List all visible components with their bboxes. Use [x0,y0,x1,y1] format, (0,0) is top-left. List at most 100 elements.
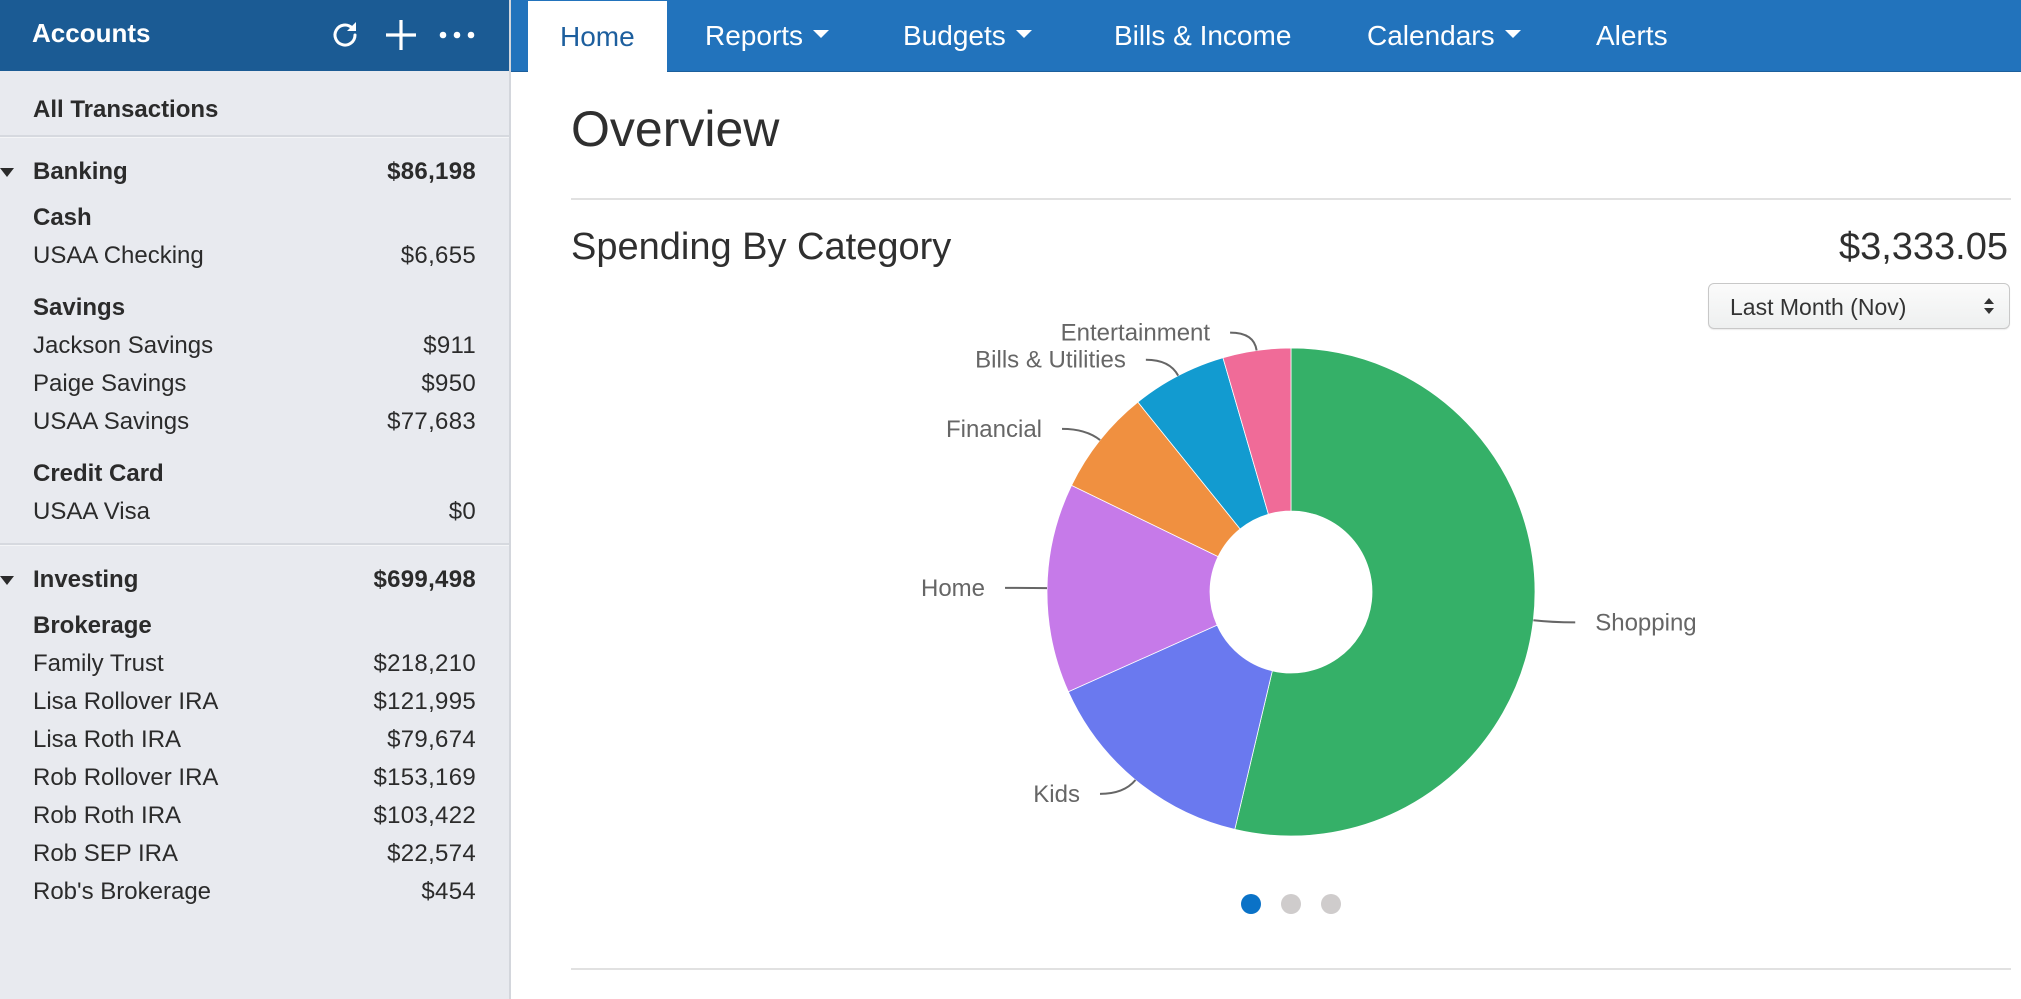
account-section-heading: Credit Card [0,455,509,491]
nav-tab-label: Calendars [1367,19,1495,51]
account-item[interactable]: Paige Savings $950 [0,365,509,401]
nav-tab-label: Alerts [1596,19,1668,51]
sidebar-title: Accounts [32,18,151,48]
sidebar-header: Accounts [0,0,509,71]
slice-label: Home [921,575,985,602]
nav-tab-label: Home [560,20,635,52]
account-group-label: Banking [33,158,128,185]
select-updown-icon [1984,298,1994,314]
period-select-value: Last Month (Nov) [1730,294,1907,320]
account-group-amount: $86,198 [387,158,476,185]
account-item-amount: $6,655 [400,242,476,269]
leader-line [1062,427,1101,441]
top-nav: Home Reports Budgets Bills & Income Calendar… [511,0,2021,72]
account-item[interactable]: Jackson Savings $911 [0,327,509,363]
account-section-heading-label: Savings [33,294,126,321]
nav-tab-label: Reports [705,19,804,51]
slice-label: Bills & Utilities [975,347,1126,374]
account-section-heading: Cash [0,199,509,235]
title-divider [571,198,2011,200]
account-item[interactable]: Lisa Rollover IRA $121,995 [0,683,509,719]
account-item-amount: $0 [448,498,476,525]
slice-label: Financial [946,416,1042,443]
slice-label: Entertainment [1061,320,1211,347]
account-item-amount: $103,422 [373,802,476,829]
account-section-heading-label: Brokerage [33,612,152,639]
nav-tab-label: Budgets [903,19,1006,51]
account-item-label: USAA Savings [33,408,190,435]
account-item-amount: $454 [421,878,476,905]
spending-total: $3,333.05 [1838,226,2008,268]
carousel-dot[interactable] [1281,894,1301,914]
account-item-label: Jackson Savings [33,332,214,359]
leader-line [1230,331,1258,351]
page-title: Overview [571,101,780,157]
account-section-heading-label: Credit Card [33,460,164,487]
sidebar-divider [0,543,509,546]
account-item-amount: $121,995 [373,688,476,715]
account-item[interactable]: USAA Checking $6,655 [0,237,509,273]
caret-down-icon [813,29,830,38]
account-item-amount: $218,210 [373,650,476,677]
account-item-label: Rob's Brokerage [33,878,212,905]
account-item-amount: $950 [421,370,476,397]
account-item-amount: $22,574 [387,840,476,867]
caret-down-icon [1015,29,1032,38]
account-item-label: Paige Savings [33,370,187,397]
account-section-heading-label: Cash [33,204,92,231]
account-group[interactable]: Investing $699,498 [0,561,509,597]
leader-line [1145,358,1180,377]
account-item-label: Rob Rollover IRA [33,764,219,791]
account-section-heading: Brokerage [0,607,509,643]
account-item[interactable]: USAA Visa $0 [0,493,509,529]
bottom-divider [571,968,2011,970]
account-item-amount: $153,169 [373,764,476,791]
account-item[interactable]: USAA Savings $77,683 [0,403,509,439]
account-item-label: Rob SEP IRA [33,840,178,867]
leader-line [1099,779,1137,795]
account-item-label: Family Trust [33,650,164,677]
collapse-triangle-icon[interactable] [0,576,14,585]
account-section-heading: Savings [0,289,509,325]
sidebar-divider [0,135,509,138]
nav-tab-budgets[interactable]: Budgets [903,0,1032,71]
carousel-dot[interactable] [1321,894,1341,914]
account-group-amount: $699,498 [373,566,476,593]
account-item-amount: $79,674 [387,726,476,753]
all-transactions-item-label: All Transactions [33,96,219,123]
nav-tab-calendars[interactable]: Calendars [1367,0,1521,71]
refresh-icon[interactable] [325,13,365,57]
nav-tab-reports[interactable]: Reports [705,0,830,71]
account-item[interactable]: Rob Rollover IRA $153,169 [0,759,509,795]
account-item[interactable]: Rob's Brokerage $454 [0,873,509,909]
account-item-amount: $77,683 [387,408,476,435]
account-item[interactable]: Rob Roth IRA $103,422 [0,797,509,833]
account-item-amount: $911 [423,332,476,359]
account-item-label: USAA Checking [33,242,204,269]
account-item-label: Lisa Rollover IRA [33,688,219,715]
section-title: Spending By Category [571,226,952,268]
account-item[interactable]: Lisa Roth IRA $79,674 [0,721,509,757]
nav-tab-alerts[interactable]: Alerts [1596,0,1668,71]
caret-down-icon [1504,29,1521,38]
all-transactions-item[interactable]: All Transactions [0,91,509,127]
accounts-sidebar: Accounts All Transactions Banking $86,198 C… [0,0,511,999]
carousel-dot[interactable] [1241,894,1261,914]
collapse-triangle-icon[interactable] [0,168,14,177]
leader-line [1533,619,1576,624]
slice-label: Shopping [1595,609,1696,636]
nav-tab-bills-income[interactable]: Bills & Income [1114,0,1291,71]
account-group[interactable]: Banking $86,198 [0,153,509,189]
account-group-label: Investing [33,566,139,593]
plus-icon[interactable] [381,13,421,57]
account-item-label: USAA Visa [33,498,150,525]
period-select[interactable]: Last Month (Nov) [1708,283,2010,329]
slice-label: Kids [1033,781,1080,808]
account-item[interactable]: Family Trust $218,210 [0,645,509,681]
nav-tab-home[interactable]: Home [528,1,667,72]
nav-tab-label: Bills & Income [1114,19,1292,51]
account-item-label: Rob Roth IRA [33,802,182,829]
account-item-label: Lisa Roth IRA [33,726,182,753]
more-icon[interactable] [437,13,477,57]
account-item[interactable]: Rob SEP IRA $22,574 [0,835,509,871]
